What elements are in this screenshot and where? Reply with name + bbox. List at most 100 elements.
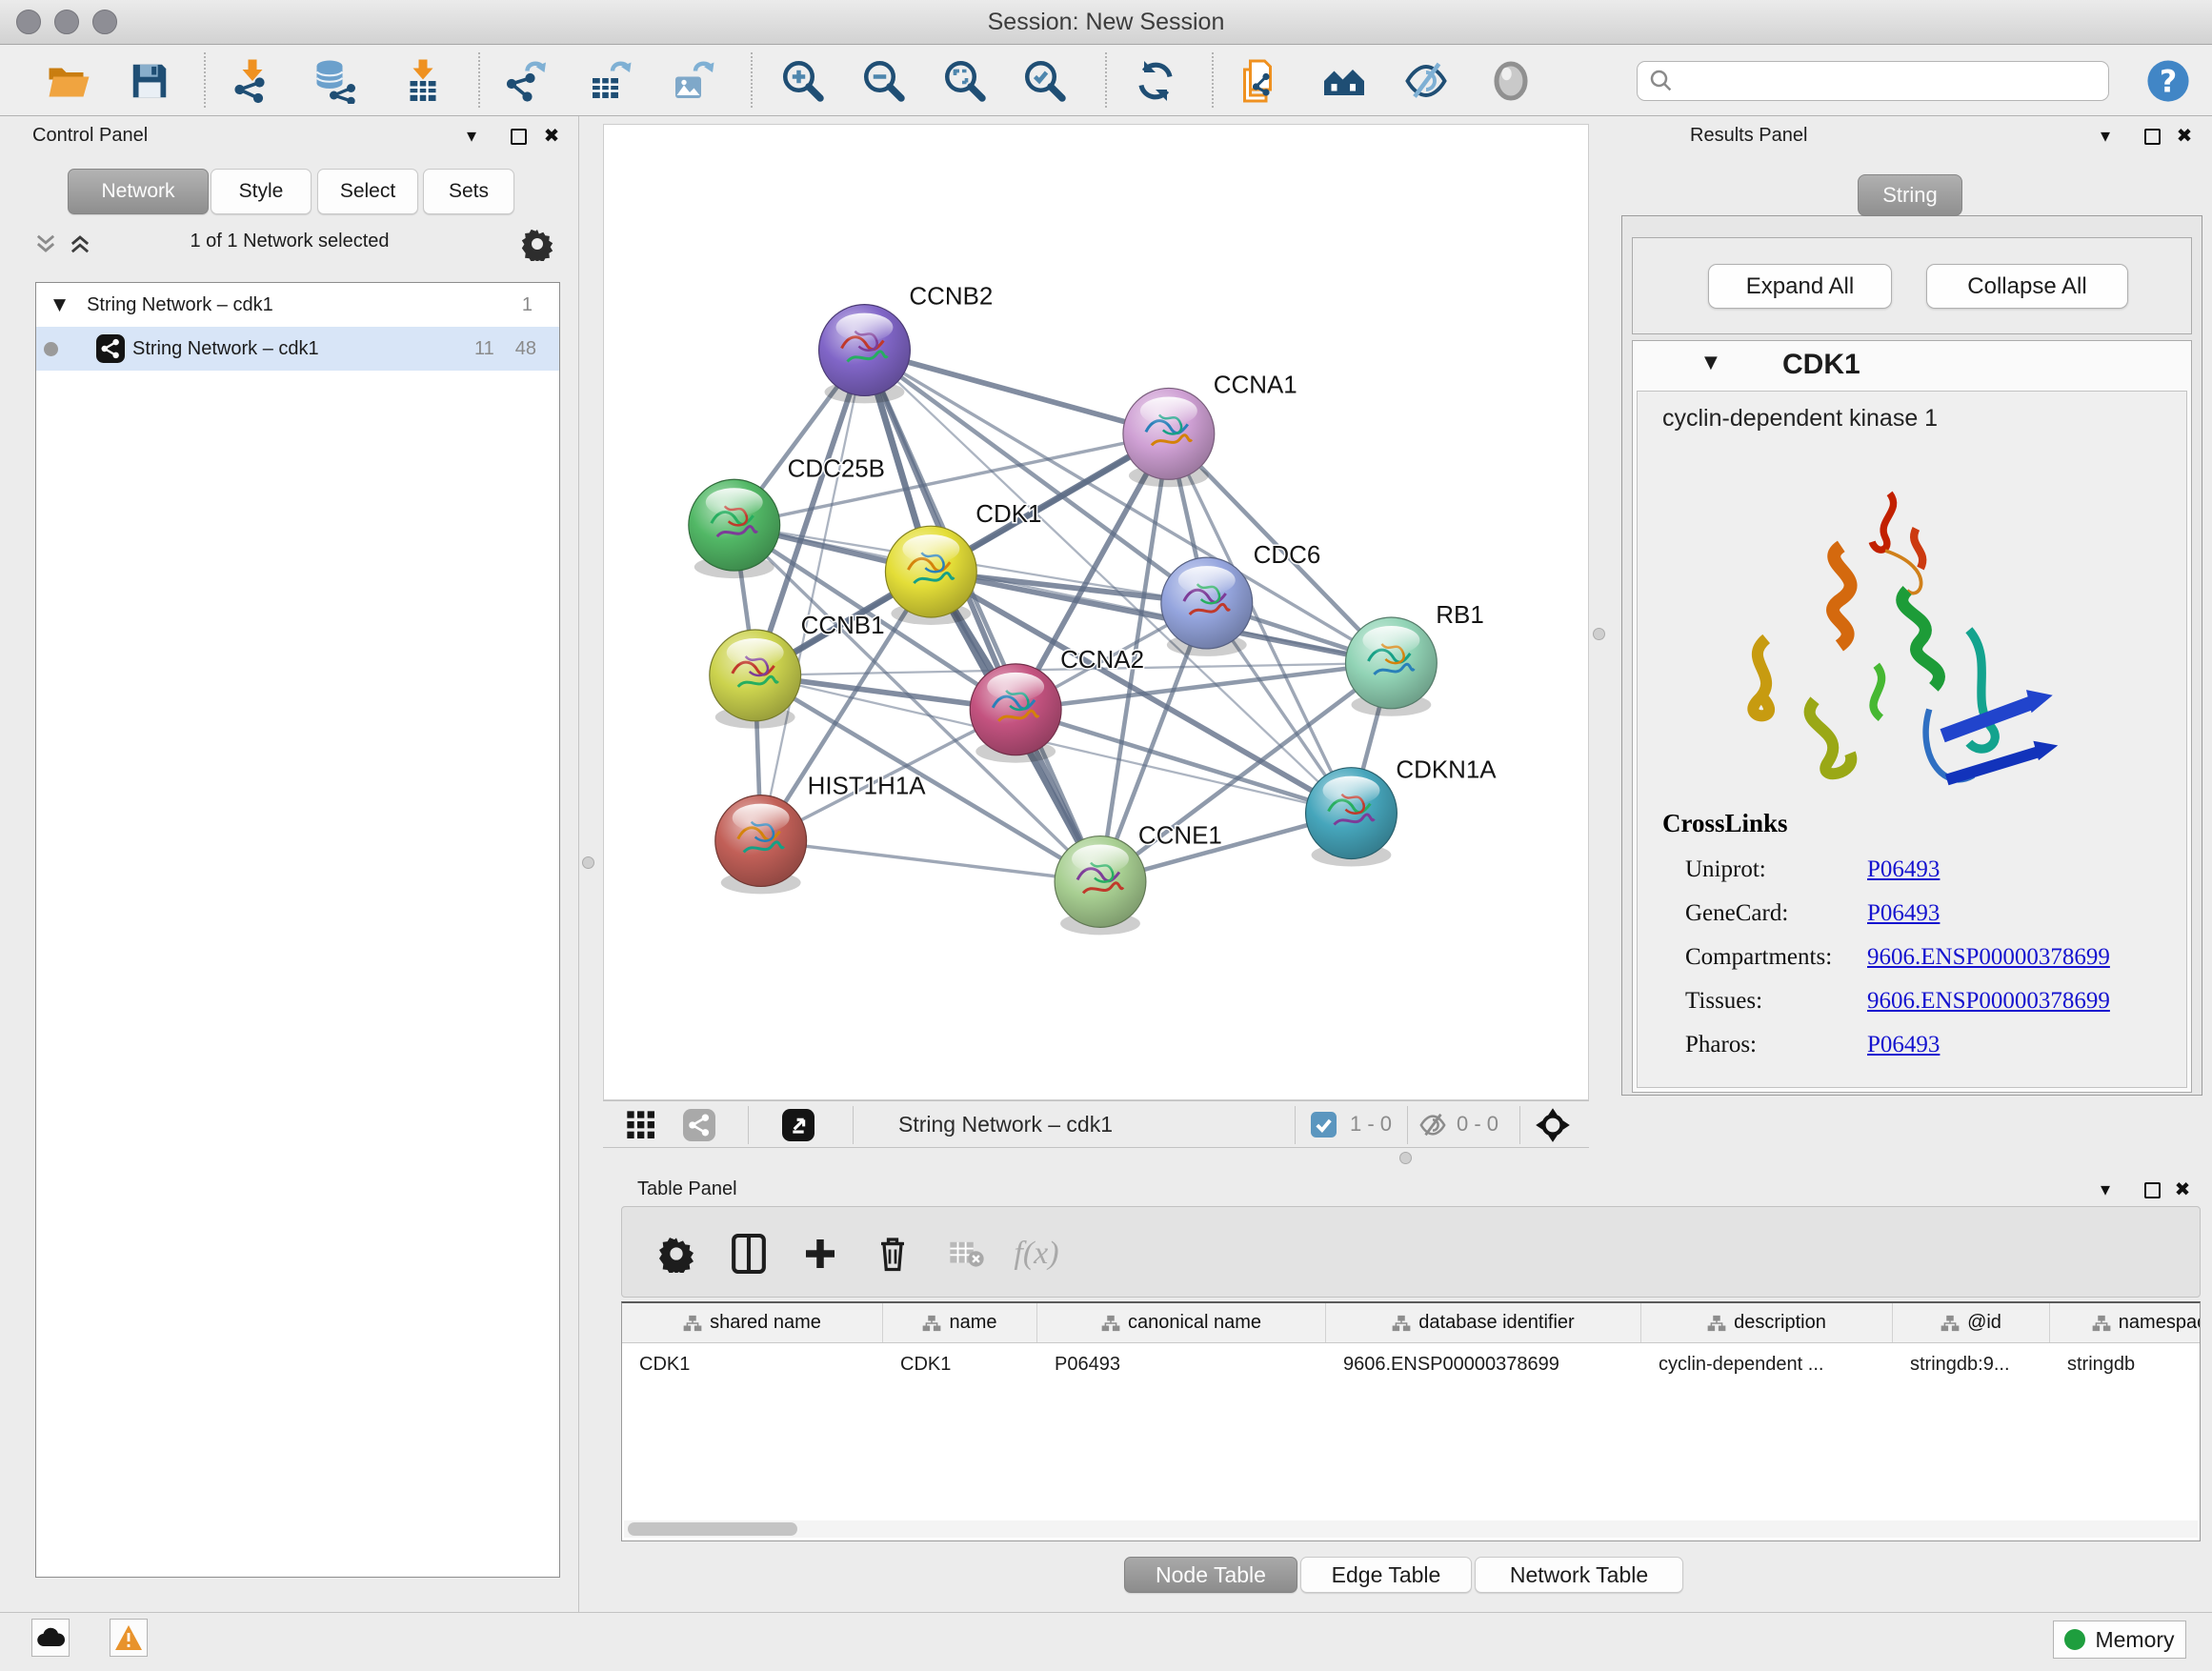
table-row[interactable]: CDK1CDK1P064939606.ENSP00000378699cyclin… [622,1343,2200,1385]
tab-sets[interactable]: Sets [423,169,514,214]
network-edge-HIST1H1A-CCNE1[interactable] [761,841,1100,882]
search-input[interactable] [1676,70,2108,92]
crosslink-link[interactable]: 9606.ENSP00000378699 [1867,988,2110,1015]
network-node-CCNA2[interactable] [970,664,1061,763]
panel-close-icon[interactable]: ✖ [539,124,564,147]
collapse-all-icon[interactable] [32,231,59,257]
panel-float-icon[interactable] [2144,1182,2161,1198]
panel-close-icon[interactable]: ✖ [2172,124,2197,147]
panel-close-icon[interactable]: ✖ [2170,1178,2195,1200]
help-button[interactable]: ? [2143,56,2193,106]
tab-network[interactable]: Network [68,169,209,214]
network-canvas[interactable]: CCNB2CCNA1CDC25BCDK1CDC6RB1CCNB1CCNA2CDK… [603,124,1589,1100]
column-header-canonical-name[interactable]: canonical name [1037,1303,1326,1342]
export-image-button[interactable] [668,56,717,106]
section-expander-icon[interactable]: ▼ [1704,352,1718,372]
network-collection-row[interactable]: ▼ String Network – cdk1 1 [36,283,559,327]
network-node-CCNB2[interactable] [819,305,911,404]
export-table-button[interactable] [585,56,634,106]
network-node-CDK1[interactable] [885,526,976,625]
selected-checkbox-icon[interactable] [1311,1112,1337,1137]
gear-icon[interactable] [520,227,554,261]
delete-table-button-disabled[interactable] [943,1230,991,1278]
crosslink-link[interactable]: P06493 [1867,1032,1940,1058]
crosshair-move-icon[interactable] [1535,1107,1571,1143]
column-header--id[interactable]: @id [1893,1303,2050,1342]
zoom-selected-button[interactable] [1020,56,1070,106]
warnings-button[interactable] [110,1619,148,1657]
panel-float-icon[interactable] [2144,129,2161,145]
apply-layout-button[interactable] [1131,56,1180,106]
function-builder-button-disabled[interactable]: f(x) [1013,1230,1060,1278]
tab-string[interactable]: String [1858,174,1962,216]
node-table[interactable]: shared namenamecanonical namedatabase id… [621,1301,2201,1541]
network-node-HIST1H1A[interactable] [715,795,807,895]
crosslink-link[interactable]: P06493 [1867,856,1940,883]
import-network-database-button[interactable] [311,56,360,106]
panel-float-icon[interactable] [511,129,527,145]
add-column-button[interactable] [796,1230,844,1278]
network-node-CCNA1[interactable] [1123,388,1215,487]
table-h-scrollbar[interactable] [624,1520,2198,1538]
panel-menu-chevron-icon[interactable]: ▾ [459,124,484,147]
hide-selected-button[interactable] [1401,56,1451,106]
network-node-CDC6[interactable] [1161,557,1253,656]
column-header-name[interactable]: name [883,1303,1037,1342]
network-edge-CDK1-RB1[interactable] [931,572,1391,663]
tab-select[interactable]: Select [317,169,418,214]
save-session-button[interactable] [125,56,174,106]
crosslink-link[interactable]: 9606.ENSP00000378699 [1867,944,2110,971]
network-node-CCNE1[interactable] [1055,836,1146,936]
right-splitter-handle[interactable] [1593,628,1605,640]
grid-view-icon[interactable] [626,1110,656,1140]
collapse-all-button[interactable]: Collapse All [1926,264,2128,309]
zoom-out-button[interactable] [859,56,909,106]
tab-style[interactable]: Style [211,169,312,214]
results-panel: Results Panel ▾ ✖ String Expand All Coll… [1610,116,2212,1170]
left-splitter-handle[interactable] [582,856,594,869]
cloud-button[interactable] [31,1619,70,1657]
tab-network-table[interactable]: Network Table [1475,1557,1683,1593]
network-edge-CCNB2-CCNA1[interactable] [864,351,1168,434]
network-row[interactable]: String Network – cdk1 11 48 [36,327,559,371]
tab-edge-table[interactable]: Edge Table [1300,1557,1472,1593]
crosslink-link[interactable]: P06493 [1867,900,1940,927]
column-header-namespace[interactable]: namespace [2050,1303,2201,1342]
expand-all-icon[interactable] [67,231,93,257]
birdseye-view-icon[interactable] [782,1109,814,1141]
crosslink-row: Pharos:P06493 [1662,1023,2177,1067]
open-session-button[interactable] [43,56,92,106]
scrollbar-thumb[interactable] [628,1522,797,1536]
network-node-RB1[interactable] [1345,617,1437,716]
panel-menu-chevron-icon[interactable]: ▾ [2093,1178,2118,1200]
tree-expander-icon[interactable]: ▼ [53,295,66,314]
show-columns-button[interactable] [725,1230,773,1278]
zoom-in-button[interactable] [778,56,828,106]
table-settings-button[interactable] [653,1230,700,1278]
tab-node-table[interactable]: Node Table [1124,1557,1297,1593]
first-neighbors-button[interactable] [1319,56,1369,106]
network-node-CDKN1A[interactable] [1306,768,1398,867]
delete-column-button[interactable] [869,1230,916,1278]
column-header-description[interactable]: description [1641,1303,1893,1342]
column-header-shared-name[interactable]: shared name [622,1303,883,1342]
show-all-button[interactable] [1486,56,1536,106]
hidden-eye-icon[interactable] [1418,1111,1447,1139]
import-table-file-button[interactable] [398,56,448,106]
network-node-CDC25B[interactable] [689,479,780,578]
network-node-CCNB1[interactable] [710,630,801,729]
import-network-file-button[interactable] [228,56,277,106]
network-edge-CCNB2-HIST1H1A[interactable] [761,351,865,841]
expand-all-button[interactable]: Expand All [1708,264,1892,309]
gene-section-header[interactable]: ▼ CDK1 [1633,341,2191,391]
new-network-from-selection-button[interactable] [1236,56,1285,106]
search-field[interactable] [1637,61,2109,101]
panel-menu-chevron-icon[interactable]: ▾ [2093,124,2118,147]
column-header-database-identifier[interactable]: database identifier [1326,1303,1641,1342]
export-network-button[interactable] [501,56,551,106]
network-edge-CCNA2-CDKN1A[interactable] [1016,710,1351,814]
zoom-fit-button[interactable] [940,56,990,106]
network-share-view-icon[interactable] [683,1109,715,1141]
crosslink-label: GeneCard: [1662,900,1867,927]
memory-button[interactable]: Memory [2053,1621,2186,1659]
